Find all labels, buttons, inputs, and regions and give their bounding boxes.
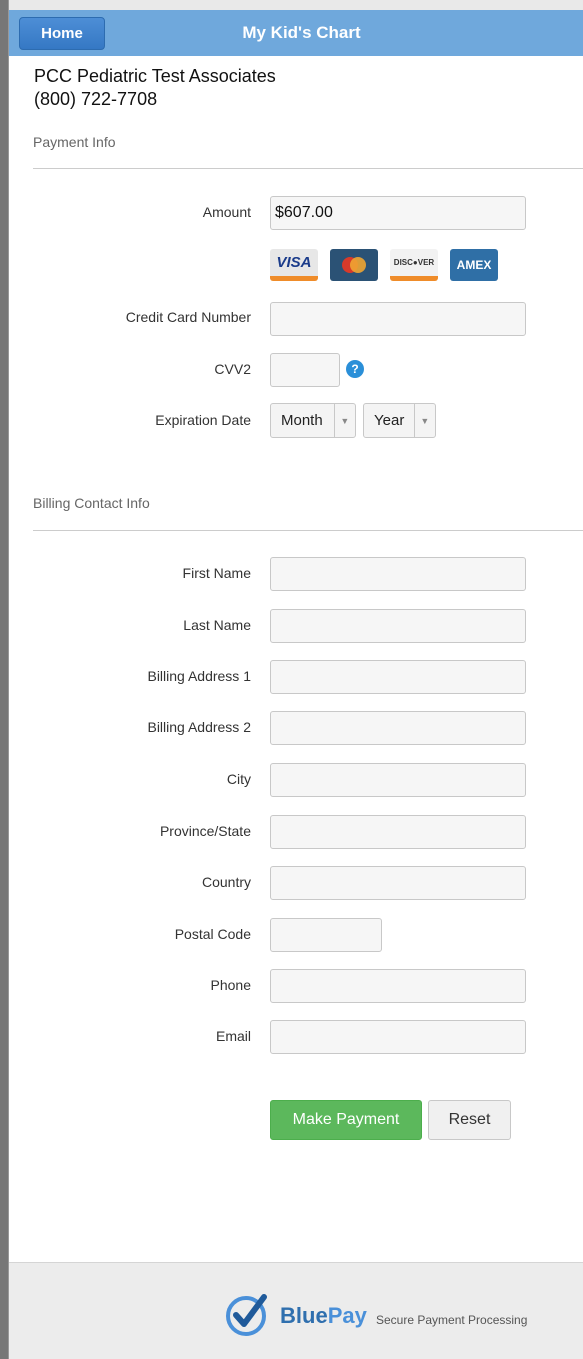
postal-code-field[interactable]	[270, 918, 382, 952]
home-button[interactable]: Home	[19, 17, 105, 50]
first-name-label: First Name	[182, 565, 251, 581]
payment-divider	[33, 168, 583, 169]
address1-label: Billing Address 1	[147, 668, 251, 684]
cvv-label: CVV2	[214, 361, 251, 377]
mastercard-icon	[330, 249, 378, 281]
amount-label: Amount	[202, 204, 251, 220]
footer: BluePay Secure Payment Processing	[9, 1262, 583, 1359]
postal-code-label: Postal Code	[174, 926, 251, 942]
practice-name: PCC Pediatric Test Associates	[34, 66, 276, 86]
expiration-label: Expiration Date	[155, 412, 251, 428]
payment-frame: My Kid's Chart Home PCC Pediatric Test A…	[8, 0, 583, 1359]
billing-section-title: Billing Contact Info	[33, 495, 150, 511]
top-strip	[9, 0, 583, 10]
make-payment-button[interactable]: Make Payment	[270, 1100, 422, 1140]
city-field[interactable]	[270, 763, 526, 797]
amount-field[interactable]	[270, 196, 526, 230]
discover-card-icon: DISC●VER	[390, 249, 438, 281]
last-name-label: Last Name	[183, 617, 251, 633]
email-field[interactable]	[270, 1020, 526, 1054]
chevron-down-icon: ▼	[333, 404, 355, 437]
app-header: My Kid's Chart Home	[9, 10, 583, 56]
bluepay-check-icon	[226, 1294, 267, 1336]
bluepay-tagline: Secure Payment Processing	[376, 1313, 528, 1327]
visa-card-icon: VISA	[270, 249, 318, 281]
bluepay-logo-text: BluePay	[280, 1303, 367, 1329]
brand-blue: Blue	[280, 1303, 328, 1328]
first-name-field[interactable]	[270, 557, 526, 591]
payment-section-title: Payment Info	[33, 134, 116, 150]
expiration-year-select[interactable]: Year ▼	[363, 403, 436, 438]
window-edge	[0, 0, 8, 1359]
phone-label: Phone	[210, 977, 251, 993]
country-field[interactable]	[270, 866, 526, 900]
expiration-month-select[interactable]: Month ▼	[270, 403, 356, 438]
amex-card-icon: AMEX	[450, 249, 498, 281]
year-value: Year	[374, 412, 405, 429]
email-label: Email	[215, 1028, 251, 1044]
reset-button[interactable]: Reset	[428, 1100, 511, 1140]
cc-number-field[interactable]	[270, 302, 526, 336]
help-icon[interactable]: ?	[346, 360, 364, 378]
practice-phone: (800) 722-7708	[34, 89, 158, 109]
accepted-cards: VISA DISC●VER AMEX	[270, 249, 498, 281]
phone-field[interactable]	[270, 969, 526, 1003]
address2-field[interactable]	[270, 711, 526, 745]
billing-divider	[33, 530, 583, 531]
brand-pay: Pay	[327, 1303, 367, 1328]
country-label: Country	[201, 874, 251, 890]
last-name-field[interactable]	[270, 609, 526, 643]
address1-field[interactable]	[270, 660, 526, 694]
cc-number-label: Credit Card Number	[125, 309, 251, 325]
state-label: Province/State	[159, 823, 251, 839]
month-value: Month	[281, 412, 323, 429]
cvv-field[interactable]	[270, 353, 340, 387]
state-field[interactable]	[270, 815, 526, 849]
address2-label: Billing Address 2	[147, 719, 251, 735]
city-label: City	[226, 771, 251, 787]
chevron-down-icon: ▼	[413, 404, 435, 437]
